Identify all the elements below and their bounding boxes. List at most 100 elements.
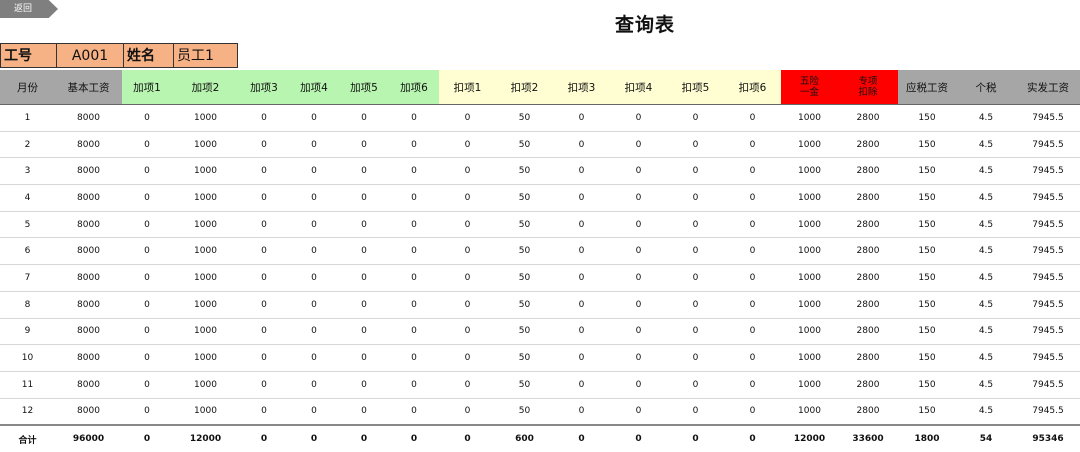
table-cell: 4.5 bbox=[956, 264, 1016, 292]
table-cell: 0 bbox=[339, 291, 389, 319]
table-cell: 150 bbox=[898, 344, 956, 372]
table-cell: 0 bbox=[339, 318, 389, 346]
table-cell: 50 bbox=[496, 237, 553, 266]
table-cell: 1000 bbox=[781, 318, 838, 346]
table-cell: 10 bbox=[0, 344, 55, 372]
table-cell: 0 bbox=[122, 371, 172, 399]
table-cell: 1000 bbox=[781, 398, 838, 426]
table-cell: 4.5 bbox=[956, 398, 1016, 426]
table-cell: 0 bbox=[439, 131, 496, 159]
table-cell: 150 bbox=[898, 104, 956, 132]
table-cell: 0 bbox=[389, 211, 439, 239]
table-cell: 150 bbox=[898, 398, 956, 426]
table-cell: 2800 bbox=[838, 104, 898, 132]
table-cell: 0 bbox=[289, 424, 339, 452]
table-cell: 1000 bbox=[172, 371, 239, 399]
table-cell: 2800 bbox=[838, 237, 898, 266]
table-cell: 0 bbox=[724, 237, 781, 266]
table-cell: 0 bbox=[339, 424, 389, 452]
table-cell: 0 bbox=[610, 424, 667, 452]
table-cell: 0 bbox=[667, 131, 724, 159]
table-cell: 0 bbox=[439, 318, 496, 346]
table-cell: 1000 bbox=[172, 291, 239, 319]
table-cell: 1000 bbox=[172, 318, 239, 346]
table-cell: 7 bbox=[0, 264, 55, 292]
table-cell: 50 bbox=[496, 398, 553, 426]
table-cell: 0 bbox=[553, 184, 610, 212]
table-cell: 0 bbox=[239, 131, 289, 159]
table-row: 8 8000 0 1000 0 0 0 0 0 50 0 0 0 0 1000 2800 150 4.5 7945.… bbox=[0, 291, 1080, 319]
table-cell: 7945.5 bbox=[1016, 264, 1080, 292]
table-row: 2 8000 0 1000 0 0 0 0 0 50 0 0 0 0 1000 2800 150 4.5 7945.… bbox=[0, 131, 1080, 159]
table-cell: 0 bbox=[439, 157, 496, 186]
table-cell: 0 bbox=[724, 398, 781, 426]
table-cell: 0 bbox=[439, 184, 496, 212]
table-cell: 2800 bbox=[838, 398, 898, 426]
table-cell: 0 bbox=[239, 291, 289, 319]
table-cell: 1000 bbox=[781, 344, 838, 372]
table-cell: 0 bbox=[389, 237, 439, 266]
table-cell: 1000 bbox=[172, 104, 239, 132]
table-cell: 8000 bbox=[55, 184, 122, 212]
table-cell: 4.5 bbox=[956, 318, 1016, 346]
table-cell: 96000 bbox=[55, 424, 122, 452]
column-header: 扣项2 bbox=[496, 70, 553, 105]
table-row: 5 8000 0 1000 0 0 0 0 0 50 0 0 0 0 1000 2800 150 4.5 7945.… bbox=[0, 211, 1080, 239]
table-cell: 0 bbox=[122, 157, 172, 186]
table-cell: 0 bbox=[724, 211, 781, 239]
table-cell: 0 bbox=[289, 104, 339, 132]
table-cell: 0 bbox=[239, 237, 289, 266]
table-cell: 0 bbox=[610, 344, 667, 372]
column-header: 专项 扣除 bbox=[838, 70, 898, 105]
table-cell: 33600 bbox=[838, 424, 898, 452]
table-cell: 0 bbox=[122, 398, 172, 426]
table-cell: 4.5 bbox=[956, 291, 1016, 319]
table-cell: 8000 bbox=[55, 211, 122, 239]
table-cell: 0 bbox=[289, 157, 339, 186]
table-cell: 0 bbox=[239, 211, 289, 239]
table-cell: 0 bbox=[610, 131, 667, 159]
table-cell: 1000 bbox=[172, 344, 239, 372]
table-cell: 1000 bbox=[172, 184, 239, 212]
table-cell: 1000 bbox=[781, 157, 838, 186]
column-header: 五险 一金 bbox=[781, 70, 838, 105]
table-cell: 4.5 bbox=[956, 104, 1016, 132]
table-cell: 0 bbox=[724, 131, 781, 159]
table-cell: 0 bbox=[339, 157, 389, 186]
table-cell: 0 bbox=[122, 104, 172, 132]
table-cell: 8000 bbox=[55, 291, 122, 319]
table-cell: 2 bbox=[0, 131, 55, 159]
table-cell: 150 bbox=[898, 237, 956, 266]
table-cell: 7945.5 bbox=[1016, 157, 1080, 186]
table-cell: 0 bbox=[289, 318, 339, 346]
table-cell: 6 bbox=[0, 237, 55, 266]
table-cell: 50 bbox=[496, 318, 553, 346]
column-header: 加项3 bbox=[239, 70, 289, 105]
column-header: 扣项1 bbox=[439, 70, 496, 105]
table-cell: 0 bbox=[239, 318, 289, 346]
table-cell: 0 bbox=[667, 291, 724, 319]
table-cell: 0 bbox=[389, 104, 439, 132]
table-cell: 0 bbox=[289, 211, 339, 239]
table-cell: 0 bbox=[389, 264, 439, 292]
id-value[interactable]: A001 bbox=[56, 43, 123, 68]
table-cell: 0 bbox=[667, 264, 724, 292]
table-cell: 0 bbox=[122, 264, 172, 292]
table-cell: 150 bbox=[898, 318, 956, 346]
table-cell: 0 bbox=[667, 371, 724, 399]
table-cell: 50 bbox=[496, 104, 553, 132]
table-cell: 0 bbox=[289, 291, 339, 319]
column-header: 月份 bbox=[0, 70, 55, 105]
table-cell: 8000 bbox=[55, 371, 122, 399]
column-header: 加项5 bbox=[339, 70, 389, 105]
table-cell: 7945.5 bbox=[1016, 398, 1080, 426]
table-cell: 8000 bbox=[55, 157, 122, 186]
table-cell: 0 bbox=[667, 424, 724, 452]
table-cell: 0 bbox=[389, 398, 439, 426]
table-cell: 7945.5 bbox=[1016, 104, 1080, 132]
table-cell: 7945.5 bbox=[1016, 211, 1080, 239]
table-cell: 0 bbox=[667, 211, 724, 239]
table-cell: 0 bbox=[724, 344, 781, 372]
table-row: 11 8000 0 1000 0 0 0 0 0 50 0 0 0 0 1000 2800 150 4.5 7945… bbox=[0, 371, 1080, 399]
table-cell: 0 bbox=[339, 184, 389, 212]
